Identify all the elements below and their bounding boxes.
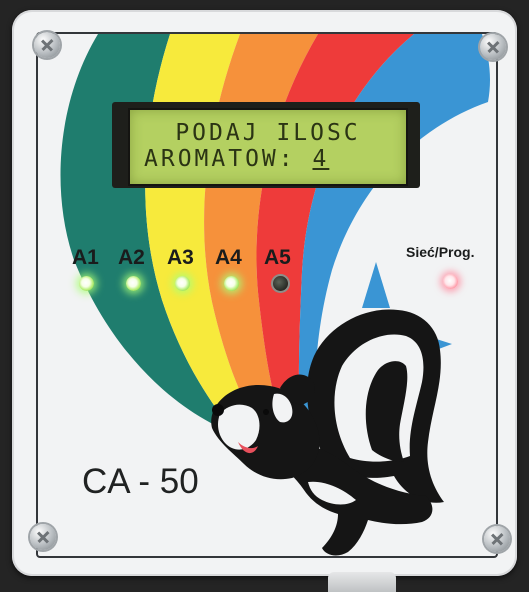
status-label: Sieć/Prog. <box>406 244 475 260</box>
screw-icon <box>480 34 506 60</box>
channel-label-a3: A3 <box>167 246 194 269</box>
led-a1 <box>79 276 94 291</box>
cable-gland <box>328 572 396 592</box>
channel-label-a2: A2 <box>118 246 145 269</box>
arrow-up-icon <box>362 262 390 308</box>
lcd-display: PODAJ ILOSC AROMATOW: 4 <box>128 108 408 186</box>
lcd-line-2: AROMATOW: 4 <box>144 146 420 172</box>
led-a4 <box>224 276 239 291</box>
lcd-line-1: PODAJ ILOSC <box>175 120 361 146</box>
screw-icon <box>484 526 510 552</box>
lcd-value: 4 <box>312 146 330 172</box>
screw-icon <box>34 32 60 58</box>
lcd-label: AROMATOW: <box>144 146 296 172</box>
aroma-device-panel: PODAJ ILOSC AROMATOW: 4 A1 A2 A3 A4 A5 S… <box>12 10 517 576</box>
led-a2 <box>126 276 141 291</box>
status-led <box>443 274 458 289</box>
model-name: CA - 50 <box>82 462 199 501</box>
channel-label-a1: A1 <box>72 246 99 269</box>
channel-label-a5: A5 <box>264 246 291 269</box>
screw-icon <box>30 524 56 550</box>
led-a3 <box>175 276 190 291</box>
channel-label-a4: A4 <box>215 246 242 269</box>
led-a5 <box>273 276 288 291</box>
